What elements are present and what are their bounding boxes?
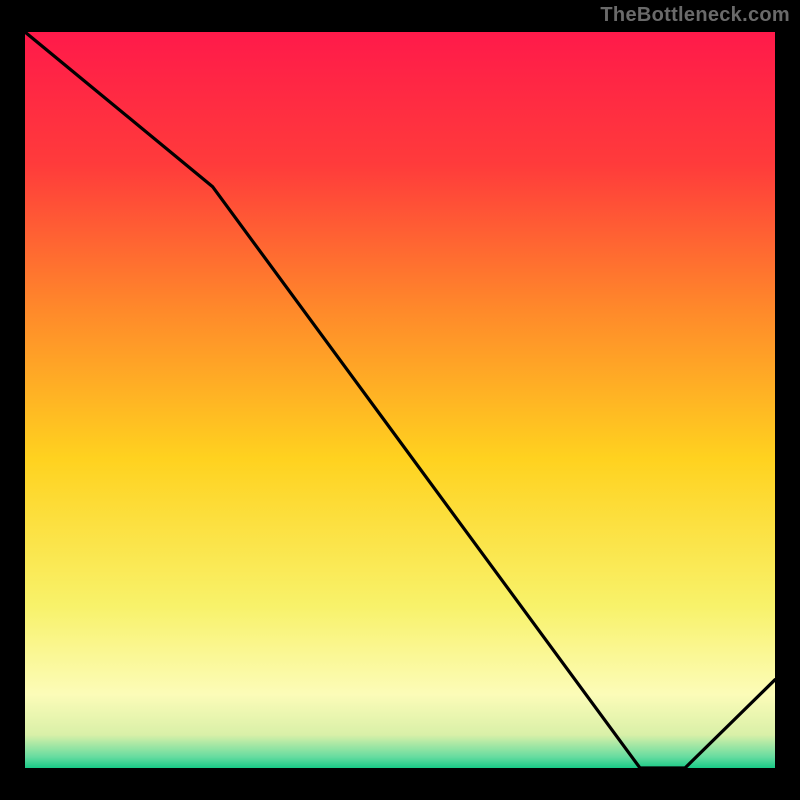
watermark-label: TheBottleneck.com (600, 4, 790, 27)
chart-stage: TheBottleneck.com (0, 0, 800, 800)
bottleneck-curve (25, 32, 775, 768)
plot-area (25, 32, 775, 768)
